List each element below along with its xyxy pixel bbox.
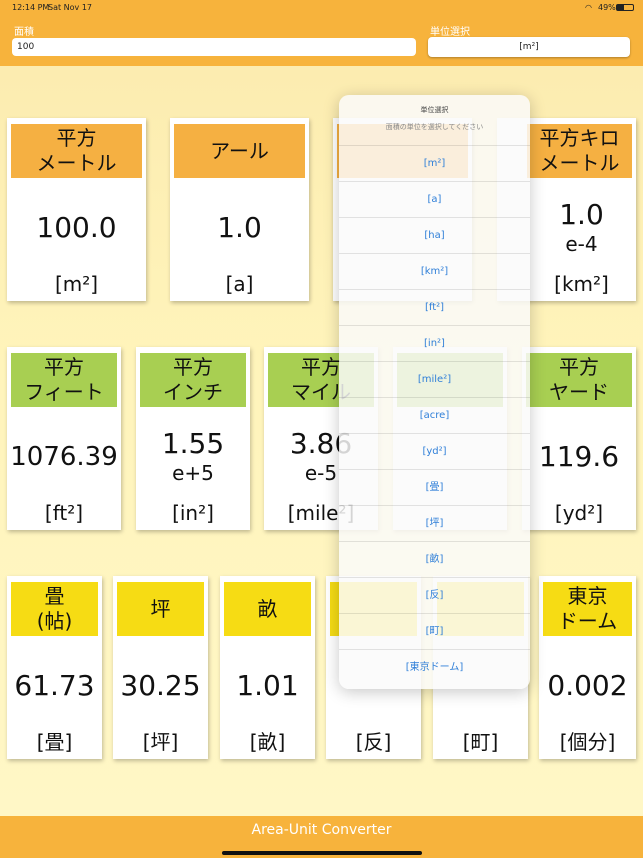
card-value: 1.0 <box>217 211 262 244</box>
unit-select-popover: 単位選択 面積の単位を選択してください [m²] [a] [ha] [km²] [ft²… <box>339 95 530 689</box>
unit-option[interactable]: [m²] <box>339 145 530 182</box>
card-title: 平方 インチ <box>140 353 246 407</box>
area-input[interactable]: 100 <box>12 38 416 56</box>
card-title: 東京 ドーム <box>543 582 632 636</box>
top-bar: 12:14 PM Sat Nov 17 ◠ 49% 面積 100 単位選択 [m… <box>0 0 643 66</box>
card-unit: [km²] <box>554 272 609 296</box>
app-title: Area-Unit Converter <box>251 822 392 838</box>
unit-option[interactable]: [ft²] <box>339 289 530 326</box>
unit-option[interactable]: [yd²] <box>339 433 530 470</box>
card-unit: [畳] <box>36 730 73 754</box>
card-value: 119.6 <box>538 440 620 473</box>
card-value: 100.0 <box>36 211 117 244</box>
card-unit: [坪] <box>142 730 179 754</box>
card-value: 61.73 <box>14 669 95 702</box>
card-square-inch: 平方 インチ 1.55 e+5 [in²] <box>136 347 250 530</box>
card-value: 0.002 <box>547 669 628 702</box>
card-unit: [反] <box>355 730 392 754</box>
unit-select-button[interactable]: [m²] <box>428 37 630 57</box>
card-are: アール 1.0 [a] <box>170 118 309 301</box>
card-tokyo-dome: 東京 ドーム 0.002 [個分] <box>539 576 636 759</box>
card-title: 平方 ヤード <box>526 353 632 407</box>
wifi-icon: ◠ <box>585 3 592 12</box>
popover-title: 単位選択 <box>420 106 449 114</box>
popover-message: 面積の単位を選択してください <box>385 123 484 131</box>
card-title: 坪 <box>117 582 204 636</box>
card-unit: [ft²] <box>44 501 84 525</box>
card-square-feet: 平方 フィート 1076.39 [ft²] <box>7 347 121 530</box>
card-title: 平方キロ メートル <box>527 124 632 178</box>
card-value: 30.25 <box>120 669 201 702</box>
card-value: 1.01 <box>236 669 299 702</box>
unit-option[interactable]: [畳] <box>339 469 530 506</box>
status-battery: 49% <box>598 3 616 12</box>
card-unit: [町] <box>462 730 499 754</box>
card-title: アール <box>174 124 305 178</box>
card-square-yard: 平方 ヤード 119.6 [yd²] <box>522 347 636 530</box>
battery-icon <box>616 4 634 11</box>
card-unit: [個分] <box>559 730 616 754</box>
card-jo: 畳 (帖) 61.73 [畳] <box>7 576 102 759</box>
card-unit: [m²] <box>54 272 99 296</box>
card-unit: [in²] <box>172 501 214 525</box>
unit-select-label: 単位選択 <box>430 27 470 38</box>
card-unit: [yd²] <box>554 501 604 525</box>
card-title: 平方 フィート <box>11 353 117 407</box>
card-unit: [畝] <box>249 730 286 754</box>
card-value: 1076.39 <box>10 442 118 472</box>
card-title: 平方 メートル <box>11 124 142 178</box>
unit-option[interactable]: [km²] <box>339 253 530 290</box>
status-date: Sat Nov 17 <box>48 3 92 12</box>
card-tsubo: 坪 30.25 [坪] <box>113 576 208 759</box>
unit-option[interactable]: [ha] <box>339 217 530 254</box>
area-label: 面積 <box>14 27 34 38</box>
card-square-meter: 平方 メートル 100.0 [m²] <box>7 118 146 301</box>
unit-option[interactable]: [反] <box>339 577 530 614</box>
unit-option[interactable]: [a] <box>339 181 530 218</box>
unit-option[interactable]: [in²] <box>339 325 530 362</box>
unit-option[interactable]: [東京ドーム] <box>339 649 530 686</box>
unit-option[interactable]: [mile²] <box>339 361 530 398</box>
card-unit: [a] <box>225 272 254 296</box>
card-value: 1.0 e-4 <box>559 198 604 257</box>
unit-option[interactable]: [acre] <box>339 397 530 434</box>
home-indicator[interactable] <box>222 851 422 855</box>
unit-option[interactable]: [畝] <box>339 541 530 578</box>
card-title: 畳 (帖) <box>11 582 98 636</box>
unit-option[interactable]: [町] <box>339 613 530 650</box>
status-time: 12:14 PM <box>12 3 50 12</box>
card-title: 畝 <box>224 582 311 636</box>
unit-option[interactable]: [坪] <box>339 505 530 542</box>
card-value: 1.55 e+5 <box>161 427 225 486</box>
card-se: 畝 1.01 [畝] <box>220 576 315 759</box>
